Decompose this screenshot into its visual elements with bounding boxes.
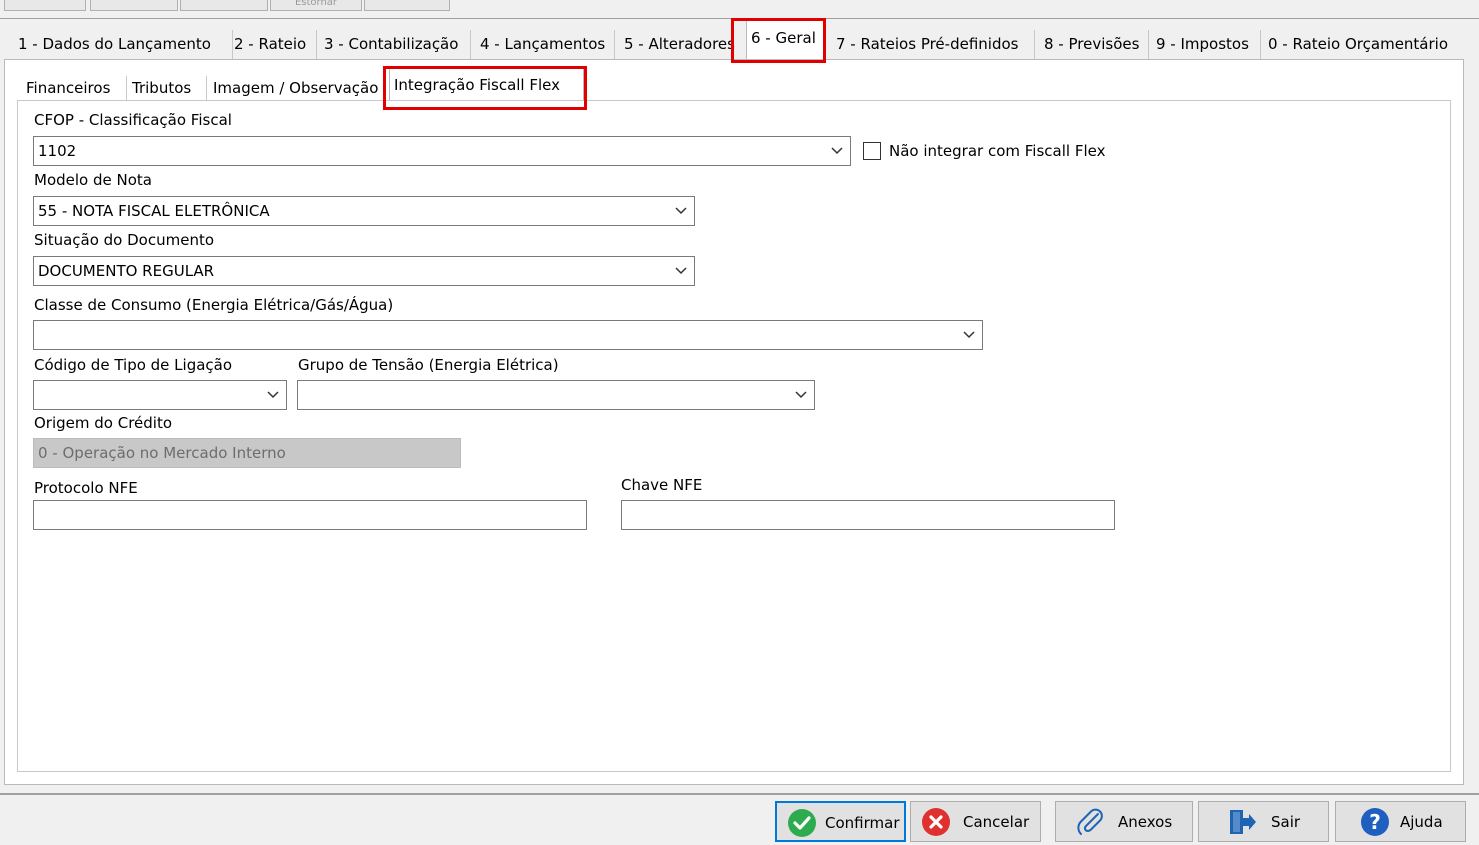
chave-nfe-label: Chave NFE (621, 476, 703, 494)
codigo-tipo-ligacao-label: Código de Tipo de Ligação (34, 356, 233, 374)
chevron-down-icon (267, 391, 279, 399)
ajuda-label: Ajuda (1400, 813, 1443, 831)
anexos-button[interactable]: Anexos (1055, 801, 1193, 842)
top-toolbar: Estornar (0, 0, 1479, 19)
chevron-down-icon (963, 331, 975, 339)
classe-consumo-label: Classe de Consumo (Energia Elétrica/Gás/… (34, 296, 394, 314)
toolbar-button-stub[interactable] (180, 0, 268, 11)
chevron-down-icon (675, 267, 687, 275)
tab-contabilizacao[interactable]: 3 - Contabilização (322, 30, 471, 59)
subtab-tributos[interactable]: Tributos (128, 76, 207, 100)
check-circle-icon (788, 809, 816, 837)
chevron-down-icon (795, 391, 807, 399)
tab-rateios-pre-definidos[interactable]: 7 - Rateios Pré-definidos (834, 30, 1035, 59)
tab-lancamentos[interactable]: 4 - Lançamentos (478, 30, 615, 59)
toolbar-button-estornar[interactable]: Estornar (270, 0, 362, 11)
ajuda-button[interactable]: ? Ajuda (1335, 801, 1466, 842)
toolbar-button-stub[interactable] (4, 0, 86, 11)
cfop-value: 1102 (38, 142, 77, 160)
protocolo-nfe-input[interactable] (33, 500, 587, 530)
modelo-nota-select[interactable]: 55 - NOTA FISCAL ELETRÔNICA (33, 196, 695, 226)
paperclip-icon (1077, 808, 1103, 835)
chevron-down-icon (675, 207, 687, 215)
confirmar-label: Confirmar (825, 814, 900, 832)
modelo-nota-label: Modelo de Nota (34, 171, 152, 189)
codigo-tipo-ligacao-select[interactable] (33, 380, 287, 410)
confirmar-button[interactable]: Confirmar (775, 801, 906, 842)
footer-divider (0, 793, 1479, 795)
situacao-documento-label: Situação do Documento (34, 231, 215, 249)
anexos-label: Anexos (1118, 813, 1173, 831)
cfop-label: CFOP - Classificação Fiscal (34, 111, 232, 129)
tab-geral[interactable]: 6 - Geral (746, 20, 826, 60)
classe-consumo-select[interactable] (33, 320, 983, 350)
origem-credito-field: 0 - Operação no Mercado Interno (33, 438, 461, 468)
tab-rateio[interactable]: 2 - Rateio (232, 30, 317, 59)
grupo-tensao-label: Grupo de Tensão (Energia Elétrica) (298, 356, 559, 374)
chave-nfe-input[interactable] (621, 500, 1115, 530)
chevron-down-icon (831, 147, 843, 155)
grupo-tensao-select[interactable] (297, 380, 815, 410)
nao-integrar-label[interactable]: Não integrar com Fiscall Flex (889, 142, 1105, 160)
exit-door-icon (1230, 810, 1256, 834)
tab-impostos[interactable]: 9 - Impostos (1154, 30, 1261, 59)
tab-previsoes[interactable]: 8 - Previsões (1042, 30, 1149, 59)
situacao-documento-select[interactable]: DOCUMENTO REGULAR (33, 256, 695, 286)
cancelar-label: Cancelar (963, 813, 1030, 831)
sair-button[interactable]: Sair (1198, 801, 1329, 842)
toolbar-button-stub[interactable] (364, 0, 450, 11)
subtab-financeiros[interactable]: Financeiros (22, 76, 127, 100)
situacao-documento-value: DOCUMENTO REGULAR (38, 262, 215, 280)
subtab-integracao-fiscall-flex[interactable]: Integração Fiscall Flex (389, 68, 584, 101)
toolbar-button-stub[interactable] (90, 0, 178, 11)
svg-text:?: ? (1369, 810, 1381, 834)
main-tab-strip: 1 - Dados do Lançamento 2 - Rateio 3 - C… (4, 20, 1464, 60)
tab-dados-lancamento[interactable]: 1 - Dados do Lançamento (16, 30, 233, 59)
protocolo-nfe-label: Protocolo NFE (34, 479, 138, 497)
cancelar-button[interactable]: Cancelar (910, 801, 1041, 842)
nao-integrar-checkbox[interactable] (863, 142, 881, 160)
origem-credito-value: 0 - Operação no Mercado Interno (38, 444, 286, 462)
origem-credito-label: Origem do Crédito (34, 414, 173, 432)
subtab-imagem-observacao[interactable]: Imagem / Observação (209, 76, 387, 100)
sair-label: Sair (1271, 813, 1301, 831)
cfop-select[interactable]: 1102 (33, 136, 851, 166)
tab-alteradores[interactable]: 5 - Alteradores (622, 30, 738, 59)
close-circle-icon (922, 808, 950, 836)
tab-rateio-orcamentario[interactable]: 0 - Rateio Orçamentário (1266, 30, 1458, 59)
modelo-nota-value: 55 - NOTA FISCAL ELETRÔNICA (38, 202, 270, 220)
help-icon: ? (1361, 808, 1389, 836)
